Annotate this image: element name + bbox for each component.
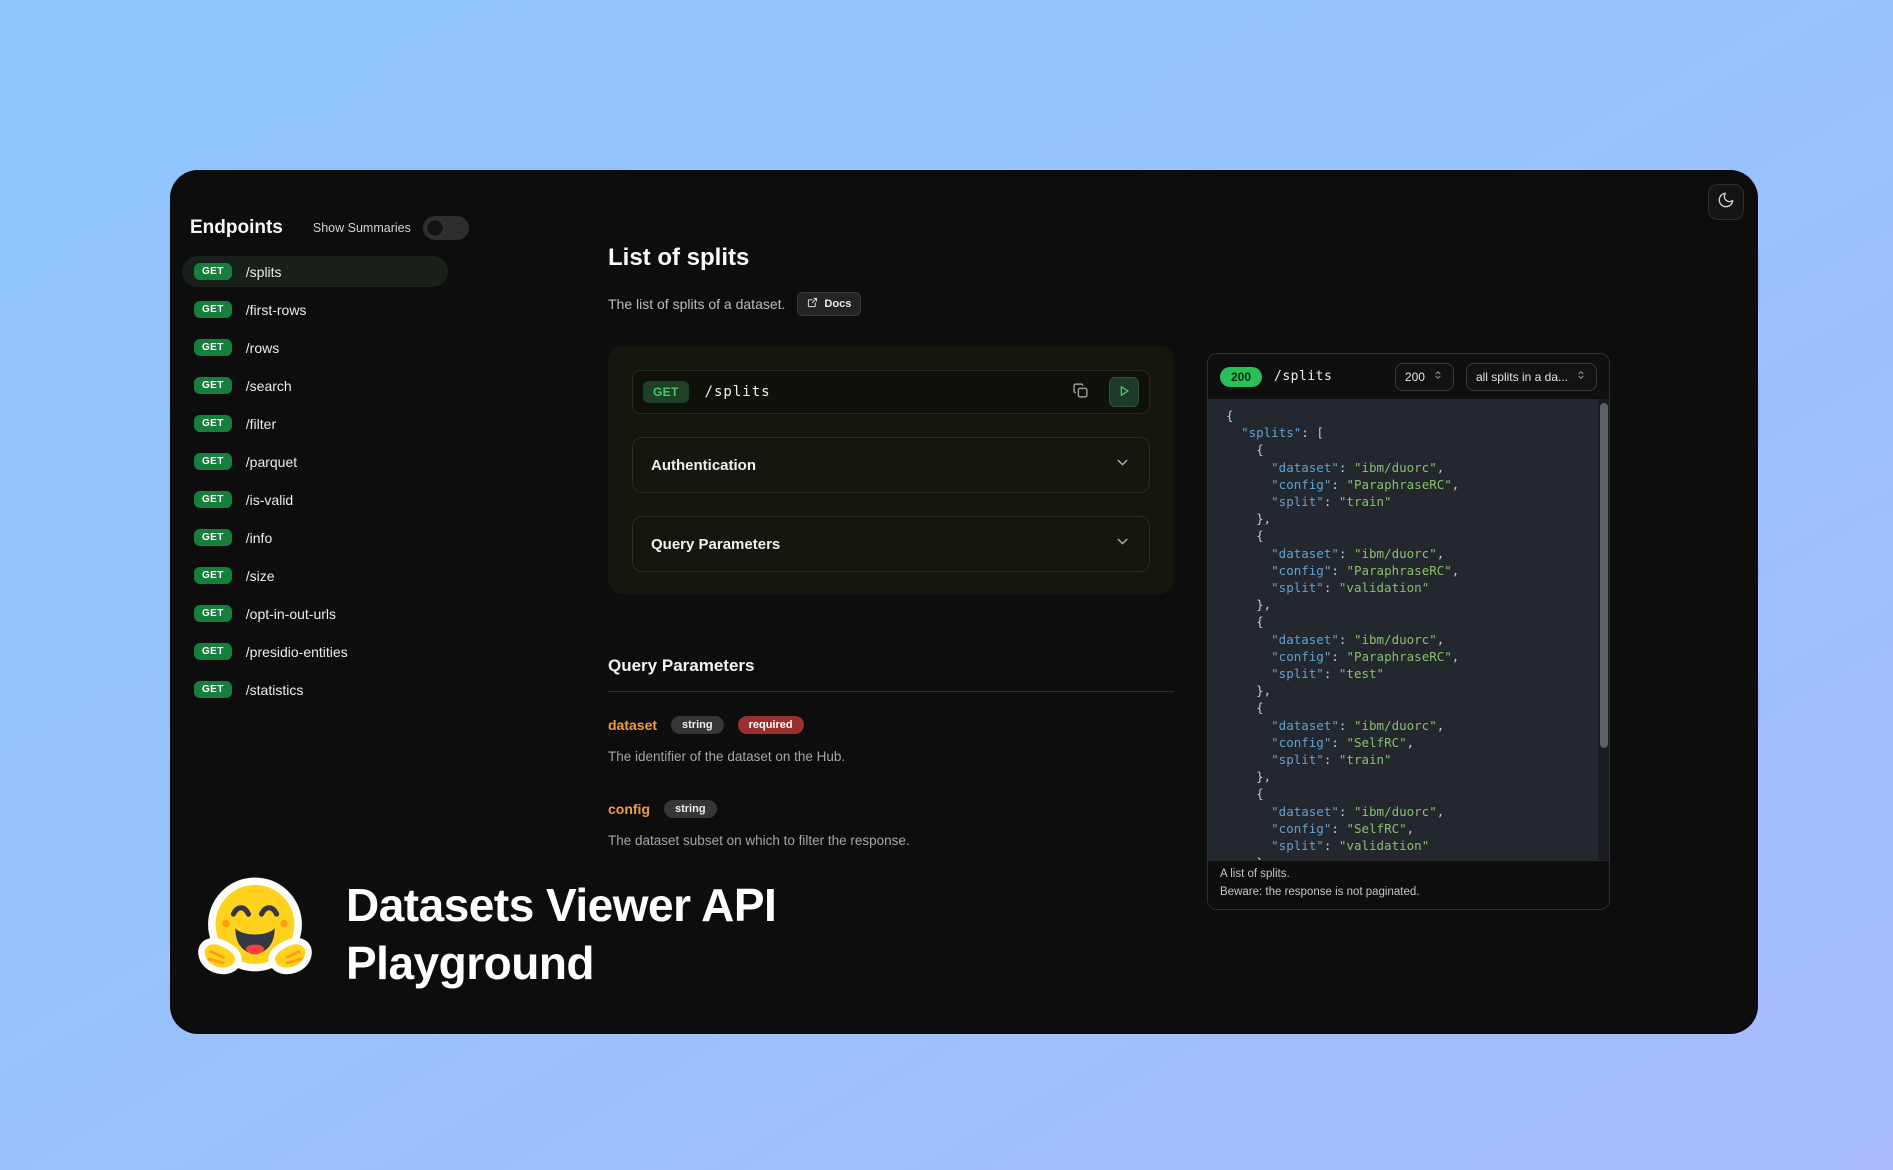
sidebar-item-rows[interactable]: GET /rows <box>182 332 448 363</box>
param-type-badge: string <box>664 800 717 818</box>
query-parameters-section: Query Parameters dataset string required… <box>608 656 1174 848</box>
main-content: List of splits The list of splits of a d… <box>608 244 1178 848</box>
method-badge: GET <box>194 605 232 622</box>
example-select-value: all splits in a da... <box>1476 370 1568 384</box>
param-type-badge: string <box>671 716 724 734</box>
response-body: { "splits": [ { "dataset": "ibm/duorc", … <box>1208 399 1609 860</box>
brand-title-line2: Playground <box>346 934 776 992</box>
endpoints-sidebar: Endpoints Show Summaries GET /splits GET… <box>170 170 480 712</box>
param-description: The dataset subset on which to filter th… <box>608 833 1174 848</box>
section-title: Query Parameters <box>608 656 1174 676</box>
status-badge: 200 <box>1220 367 1262 387</box>
method-badge: GET <box>194 643 232 660</box>
endpoint-path: /statistics <box>246 682 304 698</box>
endpoint-path: /parquet <box>246 454 297 470</box>
sidebar-item-opt-in-out-urls[interactable]: GET /opt-in-out-urls <box>182 598 448 629</box>
status-code-select[interactable]: 200 <box>1395 363 1454 391</box>
sidebar-item-is-valid[interactable]: GET /is-valid <box>182 484 448 515</box>
response-footer-line: Beware: the response is not paginated. <box>1220 884 1597 902</box>
method-badge: GET <box>194 453 232 470</box>
sidebar-item-filter[interactable]: GET /filter <box>182 408 448 439</box>
page-title: List of splits <box>608 244 1178 272</box>
up-down-chevrons-icon <box>1575 369 1587 384</box>
endpoint-path: /splits <box>246 264 282 280</box>
sidebar-item-statistics[interactable]: GET /statistics <box>182 674 448 705</box>
endpoint-path: /first-rows <box>246 302 307 318</box>
accordion-label: Query Parameters <box>651 536 780 553</box>
request-bar: GET /splits <box>632 370 1150 414</box>
hugging-face-logo <box>194 870 316 997</box>
chevron-down-icon <box>1114 533 1131 555</box>
method-badge: GET <box>194 415 232 432</box>
method-badge: GET <box>194 681 232 698</box>
method-badge: GET <box>194 339 232 356</box>
sidebar-item-splits[interactable]: GET /splits <box>182 256 448 287</box>
toggle-knob <box>426 219 444 237</box>
divider <box>608 691 1174 692</box>
param-name: dataset <box>608 717 657 733</box>
method-badge: GET <box>194 491 232 508</box>
play-icon <box>1116 383 1132 402</box>
param-dataset: dataset string required <box>608 716 1174 734</box>
param-description: The identifier of the dataset on the Hub… <box>608 749 1174 764</box>
endpoint-path: /opt-in-out-urls <box>246 606 336 622</box>
show-summaries-toggle[interactable] <box>423 216 469 240</box>
endpoint-path: /info <box>246 530 272 546</box>
up-down-chevrons-icon <box>1432 369 1444 384</box>
accordion-label: Authentication <box>651 457 756 474</box>
response-panel: 200 /splits 200 all splits in a da... { … <box>1207 353 1610 910</box>
method-badge: GET <box>194 263 232 280</box>
response-footer-line: A list of splits. <box>1220 866 1597 884</box>
external-link-icon <box>807 297 818 311</box>
sidebar-item-search[interactable]: GET /search <box>182 370 448 401</box>
status-code-select-value: 200 <box>1405 370 1425 384</box>
copy-icon <box>1072 382 1089 402</box>
brand-title-line1: Datasets Viewer API <box>346 876 776 934</box>
authentication-accordion[interactable]: Authentication <box>632 437 1150 493</box>
method-badge: GET <box>194 377 232 394</box>
scrollbar-thumb[interactable] <box>1600 403 1608 748</box>
param-required-badge: required <box>738 716 804 734</box>
app-window: Endpoints Show Summaries GET /splits GET… <box>170 170 1758 1034</box>
docs-button[interactable]: Docs <box>797 292 861 316</box>
scrollbar-track[interactable] <box>1598 399 1609 860</box>
method-badge: GET <box>194 529 232 546</box>
endpoint-path: /presidio-entities <box>246 644 348 660</box>
endpoint-list: GET /splits GET /first-rows GET /rows GE… <box>170 256 480 705</box>
response-footer: A list of splits. Beware: the response i… <box>1208 860 1609 909</box>
param-config: config string <box>608 800 1174 818</box>
endpoint-description: The list of splits of a dataset. <box>608 296 785 312</box>
response-path: /splits <box>1274 369 1332 384</box>
sidebar-item-presidio-entities[interactable]: GET /presidio-entities <box>182 636 448 667</box>
run-request-button[interactable] <box>1109 377 1139 407</box>
query-parameters-accordion[interactable]: Query Parameters <box>632 516 1150 572</box>
endpoint-path: /search <box>246 378 292 394</box>
endpoint-path: /rows <box>246 340 279 356</box>
moon-icon <box>1717 191 1735 214</box>
copy-button[interactable] <box>1068 378 1093 406</box>
example-select[interactable]: all splits in a da... <box>1466 363 1597 391</box>
response-header: 200 /splits 200 all splits in a da... <box>1208 354 1609 399</box>
branding: Datasets Viewer API Playground <box>194 870 776 997</box>
request-method-badge: GET <box>643 381 689 403</box>
sidebar-item-size[interactable]: GET /size <box>182 560 448 591</box>
method-badge: GET <box>194 567 232 584</box>
endpoint-path: /is-valid <box>246 492 293 508</box>
docs-button-label: Docs <box>824 298 851 310</box>
endpoint-path: /filter <box>246 416 276 432</box>
method-badge: GET <box>194 301 232 318</box>
request-panel: GET /splits Authentication <box>608 346 1174 594</box>
endpoint-path: /size <box>246 568 275 584</box>
sidebar-item-info[interactable]: GET /info <box>182 522 448 553</box>
sidebar-item-parquet[interactable]: GET /parquet <box>182 446 448 477</box>
sidebar-item-first-rows[interactable]: GET /first-rows <box>182 294 448 325</box>
theme-toggle-button[interactable] <box>1708 184 1744 220</box>
request-path: /splits <box>705 384 771 400</box>
chevron-down-icon <box>1114 454 1131 476</box>
response-json: { "splits": [ { "dataset": "ibm/duorc", … <box>1226 399 1595 860</box>
param-name: config <box>608 801 650 817</box>
show-summaries-label: Show Summaries <box>313 221 411 235</box>
sidebar-title: Endpoints <box>190 217 283 239</box>
